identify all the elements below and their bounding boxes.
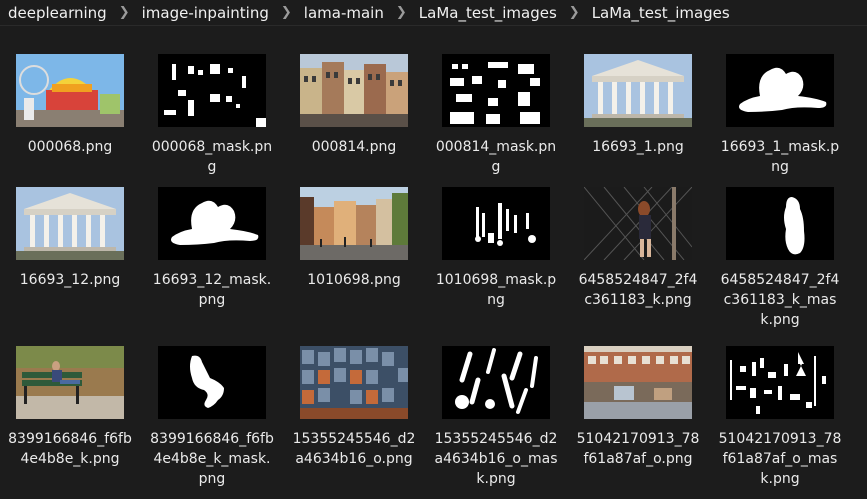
file-name: 15355245546_d2a4634b16_o.png bbox=[292, 431, 416, 467]
file-thumbnail bbox=[726, 187, 834, 260]
file-name: 1010698.png bbox=[307, 272, 401, 288]
chevron-right-icon: ❯ bbox=[395, 5, 407, 20]
file-thumbnail bbox=[442, 187, 550, 260]
file-item[interactable]: 16693_12.png bbox=[0, 187, 140, 327]
chevron-right-icon: ❯ bbox=[118, 5, 130, 20]
file-name: 000814_mask.png bbox=[435, 139, 557, 175]
file-thumbnail bbox=[300, 346, 408, 419]
file-thumbnail bbox=[16, 187, 124, 260]
file-thumbnail bbox=[584, 346, 692, 419]
file-item[interactable]: 8399166846_f6fb4e4b8e_k_mask.png bbox=[142, 346, 282, 487]
breadcrumb: deeplearning ❯ image-inpainting ❯ lama-m… bbox=[0, 0, 867, 26]
breadcrumb-item-lama-main[interactable]: lama-main bbox=[304, 4, 384, 22]
file-thumbnail bbox=[442, 346, 550, 419]
file-name: 000068.png bbox=[27, 139, 113, 155]
chevron-right-icon: ❯ bbox=[280, 5, 292, 20]
file-name: 8399166846_f6fb4e4b8e_k_mask.png bbox=[150, 431, 274, 487]
file-thumbnail bbox=[16, 346, 124, 419]
file-thumbnail bbox=[300, 187, 408, 260]
file-item[interactable]: 000814.png bbox=[284, 54, 424, 194]
file-thumbnail bbox=[158, 187, 266, 260]
file-thumbnail bbox=[584, 54, 692, 127]
file-name: 000814.png bbox=[311, 139, 397, 155]
file-item[interactable]: 16693_12_mask.png bbox=[142, 187, 282, 327]
file-item[interactable]: 8399166846_f6fb4e4b8e_k.png bbox=[0, 346, 140, 486]
file-name: 6458524847_2f4c361183_k_mask.png bbox=[720, 272, 840, 328]
file-item[interactable]: 000068_mask.png bbox=[142, 54, 282, 194]
breadcrumb-item-lama-test-images-current[interactable]: LaMa_test_images bbox=[592, 4, 730, 22]
file-item[interactable]: 000068.png bbox=[0, 54, 140, 194]
file-name: 51042170913_78f61a87af_o_mask.png bbox=[718, 431, 842, 487]
file-item[interactable]: 1010698_mask.png bbox=[426, 187, 566, 327]
file-item[interactable]: 16693_1_mask.png bbox=[710, 54, 850, 194]
file-name: 16693_1.png bbox=[592, 139, 684, 155]
file-name: 51042170913_78f61a87af_o.png bbox=[576, 431, 700, 467]
file-name: 1010698_mask.png bbox=[435, 272, 557, 308]
breadcrumb-item-lama-test-images[interactable]: LaMa_test_images bbox=[419, 4, 557, 22]
breadcrumb-item-deeplearning[interactable]: deeplearning bbox=[8, 4, 107, 22]
breadcrumb-item-image-inpainting[interactable]: image-inpainting bbox=[142, 4, 269, 22]
file-thumbnail bbox=[300, 54, 408, 127]
file-name: 15355245546_d2a4634b16_o_mask.png bbox=[434, 431, 558, 487]
file-thumbnail bbox=[16, 54, 124, 127]
file-item[interactable]: 1010698.png bbox=[284, 187, 424, 327]
file-item[interactable]: 6458524847_2f4c361183_k_mask.png bbox=[710, 187, 850, 328]
file-grid: 000068.png 000068_mask.png 000814.png 00081… bbox=[0, 40, 867, 499]
file-item[interactable]: 15355245546_d2a4634b16_o_mask.png bbox=[426, 346, 566, 487]
file-item[interactable]: 51042170913_78f61a87af_o.png bbox=[568, 346, 708, 486]
file-thumbnail bbox=[584, 187, 692, 260]
file-item[interactable]: 16693_1.png bbox=[568, 54, 708, 194]
file-thumbnail bbox=[726, 346, 834, 419]
chevron-right-icon: ❯ bbox=[568, 5, 580, 20]
file-item[interactable]: 000814_mask.png bbox=[426, 54, 566, 194]
file-item[interactable]: 51042170913_78f61a87af_o_mask.png bbox=[710, 346, 850, 487]
file-thumbnail bbox=[726, 54, 834, 127]
file-name: 000068_mask.png bbox=[151, 139, 273, 175]
file-thumbnail bbox=[158, 54, 266, 127]
file-item[interactable]: 15355245546_d2a4634b16_o.png bbox=[284, 346, 424, 486]
file-name: 16693_1_mask.png bbox=[720, 139, 840, 175]
file-name: 6458524847_2f4c361183_k.png bbox=[578, 272, 698, 308]
file-thumbnail bbox=[442, 54, 550, 127]
file-name: 16693_12.png bbox=[19, 272, 121, 288]
file-thumbnail bbox=[158, 346, 266, 419]
file-name: 16693_12_mask.png bbox=[152, 272, 272, 308]
file-name: 8399166846_f6fb4e4b8e_k.png bbox=[8, 431, 132, 467]
file-item[interactable]: 6458524847_2f4c361183_k.png bbox=[568, 187, 708, 327]
